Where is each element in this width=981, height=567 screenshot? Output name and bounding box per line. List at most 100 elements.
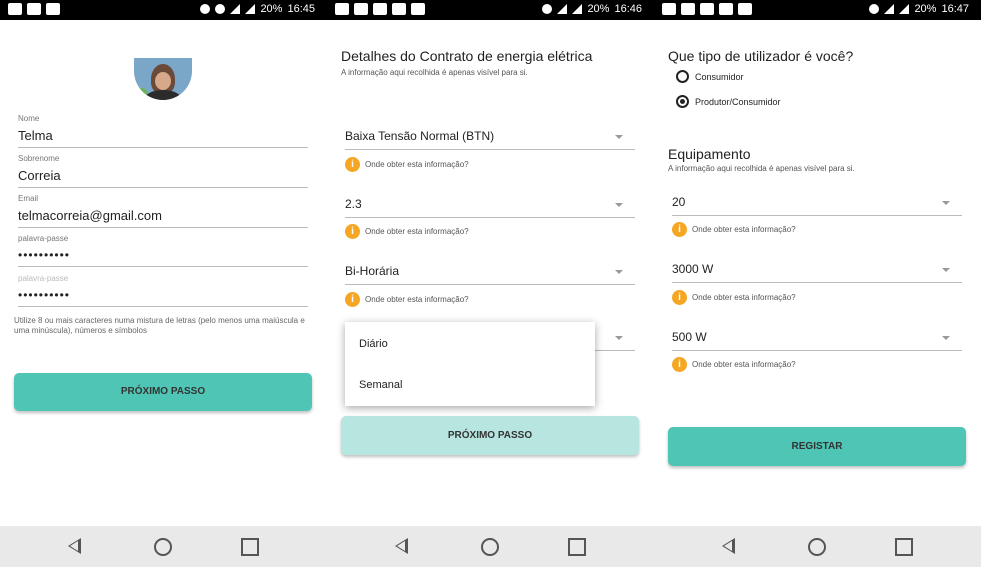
panel-power-select[interactable]: 500 W [672, 330, 962, 351]
field-value[interactable]: •••••••••• [18, 248, 308, 267]
info-link[interactable]: i Onde obter esta informação? [672, 222, 796, 237]
info-icon: i [345, 157, 360, 172]
vibrate-icon [215, 4, 226, 14]
next-step-button[interactable]: PRÓXIMO PASSO [14, 373, 312, 411]
recents-icon[interactable] [895, 538, 913, 556]
power-select[interactable]: 2.3 [345, 197, 635, 218]
radio-consumer[interactable]: Consumidor [676, 70, 744, 83]
radio-label: Produtor/Consumidor [695, 96, 781, 107]
chevron-down-icon [615, 270, 623, 274]
avatar[interactable] [134, 58, 192, 100]
radio-selected-icon[interactable] [676, 95, 689, 108]
select-value: 3000 W [672, 262, 714, 276]
surname-field[interactable]: Sobrenome Correia [18, 154, 308, 188]
notification-icon [8, 3, 22, 15]
home-icon[interactable] [808, 538, 826, 556]
page-title: Detalhes do Contrato de energia elétrica [341, 48, 593, 64]
field-label: palavra-passe [18, 274, 69, 283]
info-icon: i [672, 290, 687, 305]
home-icon[interactable] [154, 538, 172, 556]
panels-select[interactable]: 20 [672, 195, 962, 216]
location-icon [200, 4, 211, 14]
nav-bar [0, 526, 327, 567]
flag-icon [411, 3, 425, 15]
battery-text: 20% [587, 3, 610, 15]
radio-circle-icon[interactable] [676, 70, 689, 83]
info-link[interactable]: i Onde obter esta informação? [345, 224, 469, 239]
vibrate-icon [542, 4, 553, 14]
back-icon[interactable] [68, 538, 81, 554]
tariff-select[interactable]: Bi-Horária [345, 264, 635, 285]
field-value[interactable]: telmacorreia@gmail.com [18, 208, 308, 228]
page-title: Que tipo de utilizador é você? [668, 48, 854, 64]
chevron-down-icon [942, 268, 950, 272]
status-bar: 20% 16:46 [327, 0, 654, 20]
flag-icon [738, 3, 752, 15]
nav-bar [327, 526, 654, 567]
recents-icon[interactable] [241, 538, 259, 556]
dropdown-menu: Diário Semanal [345, 322, 595, 406]
battery-text: 20% [260, 3, 283, 15]
screen-user-type: 20% 16:47 Que tipo de utilizador é você? … [654, 0, 981, 567]
info-text: Onde obter esta informação? [365, 295, 469, 304]
home-icon[interactable] [481, 538, 499, 556]
recents-icon[interactable] [568, 538, 586, 556]
tension-select[interactable]: Baixa Tensão Normal (BTN) [345, 129, 635, 150]
radio-producer-consumer[interactable]: Produtor/Consumidor [676, 95, 781, 108]
select-value: 20 [672, 195, 686, 209]
confirm-password-field[interactable]: palavra-passe •••••••••• [18, 274, 308, 307]
clock: 16:46 [614, 3, 642, 15]
clock: 16:47 [941, 3, 969, 15]
wifi-icon [230, 4, 241, 14]
info-icon: i [672, 222, 687, 237]
info-link[interactable]: i Onde obter esta informação? [672, 357, 796, 372]
email-field[interactable]: Email telmacorreia@gmail.com [18, 194, 308, 228]
app-icon [719, 3, 733, 15]
password-hint: Utilize 8 ou mais caracteres numa mistur… [14, 316, 305, 335]
field-value[interactable]: Telma [18, 128, 308, 148]
app-icon [700, 3, 714, 15]
info-link[interactable]: i Onde obter esta informação? [345, 292, 469, 307]
select-value: 2.3 [345, 197, 362, 211]
app-icon [373, 3, 387, 15]
status-bar: 20% 16:47 [654, 0, 981, 20]
app-icon [392, 3, 406, 15]
name-field[interactable]: Nome Telma [18, 114, 308, 148]
section-subtitle: A informação aqui recolhida é apenas vis… [668, 164, 855, 173]
flag-icon [46, 3, 60, 15]
info-link[interactable]: i Onde obter esta informação? [672, 290, 796, 305]
info-link[interactable]: i Onde obter esta informação? [345, 157, 469, 172]
chevron-down-icon [615, 135, 623, 139]
page-subtitle: A informação aqui recolhida é apenas vis… [341, 68, 528, 77]
select-value: 500 W [672, 330, 707, 344]
dropdown-option[interactable]: Diário [359, 338, 388, 350]
nav-bar [654, 526, 981, 567]
field-value[interactable]: Correia [18, 168, 308, 188]
back-icon[interactable] [395, 538, 408, 554]
radio-label: Consumidor [695, 71, 744, 82]
field-value[interactable]: •••••••••• [18, 288, 308, 307]
notification-icon [335, 3, 349, 15]
dropdown-option[interactable]: Semanal [359, 379, 402, 391]
inverter-select[interactable]: 3000 W [672, 262, 962, 283]
register-button[interactable]: REGISTAR [668, 427, 966, 466]
next-step-button[interactable]: PRÓXIMO PASSO [341, 416, 639, 455]
chevron-down-icon [942, 336, 950, 340]
info-text: Onde obter esta informação? [692, 360, 796, 369]
field-label: palavra-passe [18, 234, 69, 243]
field-label: Email [18, 194, 39, 203]
screen-profile: 20% 16:45 Nome Telma Sobrenome Correia Emai… [0, 0, 327, 567]
wifi-icon [884, 4, 895, 14]
chevron-down-icon [615, 336, 623, 340]
field-label: Sobrenome [18, 154, 60, 163]
notification-icon [662, 3, 676, 15]
clock: 16:45 [287, 3, 315, 15]
info-icon: i [345, 224, 360, 239]
battery-text: 20% [914, 3, 937, 15]
info-icon: i [672, 357, 687, 372]
info-icon: i [345, 292, 360, 307]
password-field[interactable]: palavra-passe •••••••••• [18, 234, 308, 267]
back-icon[interactable] [722, 538, 735, 554]
screen-contract: 20% 16:46 Detalhes do Contrato de energia… [327, 0, 654, 567]
image-icon [354, 3, 368, 15]
